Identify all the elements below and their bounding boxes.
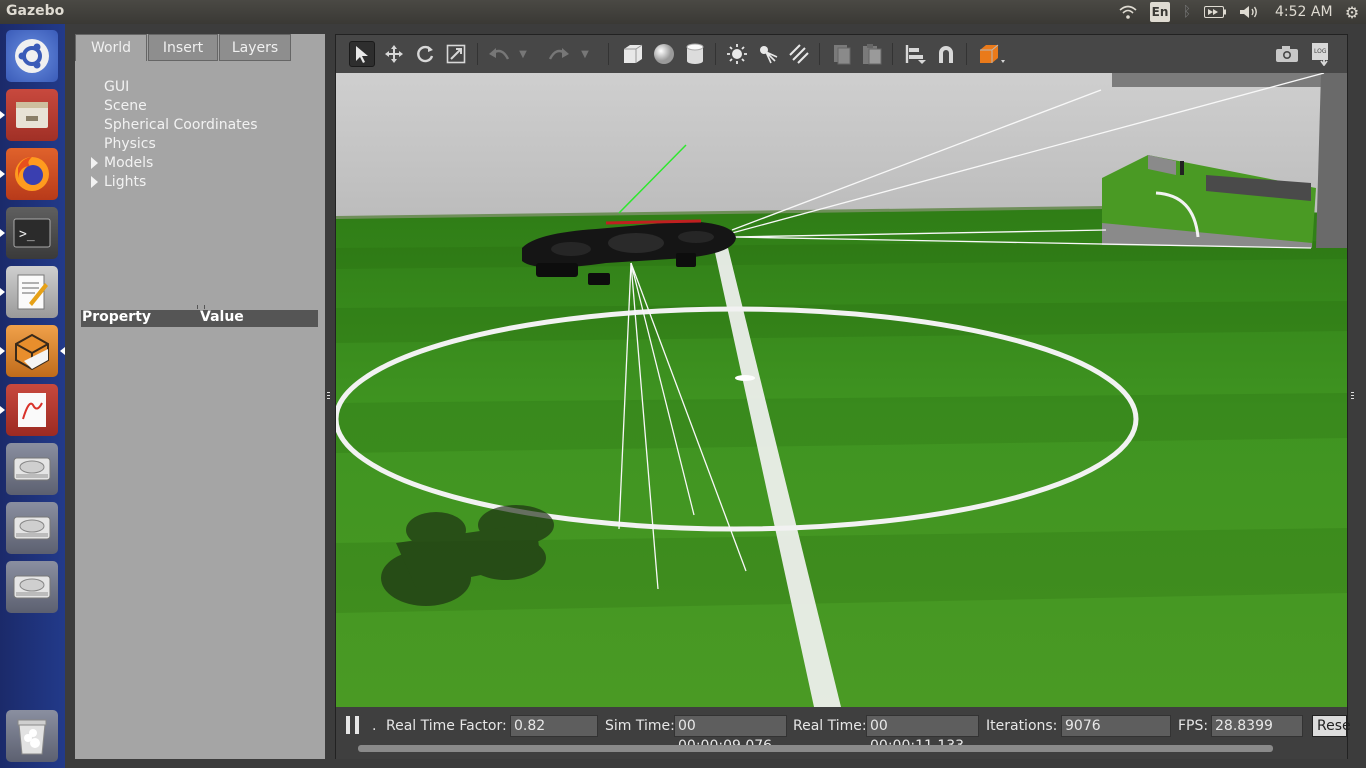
- running-indicator: [0, 170, 5, 178]
- top-panel: Gazebo En ᛒ 4:52 AM ⚙: [0, 0, 1366, 24]
- toolbar-separator: [966, 43, 967, 65]
- grass-field: [336, 209, 1347, 707]
- tab-insert[interactable]: Insert: [148, 34, 218, 61]
- expand-arrow-icon[interactable]: [91, 157, 98, 169]
- toolbar-separator: [819, 43, 820, 65]
- firefox-icon[interactable]: [6, 148, 58, 200]
- running-indicator: [0, 111, 5, 119]
- toolbar-separator: [715, 43, 716, 65]
- keyboard-layout-indicator[interactable]: En: [1150, 2, 1170, 22]
- directional-light-icon[interactable]: [786, 41, 812, 67]
- tree-item-physics[interactable]: Physics: [104, 135, 156, 154]
- app-title: Gazebo: [6, 3, 65, 19]
- reset-button[interactable]: Rese: [1312, 715, 1351, 737]
- redo-icon[interactable]: [546, 41, 572, 67]
- gazebo-window: World Insert Layers GUI Scene Spherical …: [65, 24, 1366, 768]
- text-editor-icon[interactable]: [6, 266, 58, 318]
- sim-time-field: 00 00:00:09.076: [674, 715, 787, 754]
- clock[interactable]: 4:52 AM: [1275, 4, 1333, 20]
- fps-field: 28.8399: [1211, 715, 1303, 737]
- drive-2-icon[interactable]: [6, 502, 58, 554]
- trash-icon[interactable]: [6, 710, 58, 762]
- spot-light-icon[interactable]: [755, 41, 781, 67]
- expand-arrow-icon[interactable]: [91, 176, 98, 188]
- log-icon[interactable]: LOG: [1308, 41, 1334, 67]
- scale-icon[interactable]: [443, 41, 469, 67]
- value-column-header: Value: [200, 309, 244, 325]
- paste-icon[interactable]: [859, 41, 885, 67]
- pause-icon[interactable]: [346, 716, 360, 734]
- volume-icon[interactable]: [1238, 2, 1260, 22]
- rotate-icon[interactable]: [412, 41, 438, 67]
- real-time-field: 00 00:00:11.133: [866, 715, 979, 754]
- svg-text:LOG: LOG: [1314, 48, 1327, 55]
- toolbar-separator: [608, 43, 609, 65]
- iterations-field: 9076: [1061, 715, 1171, 737]
- keyboard-layout-label: En: [1151, 5, 1169, 19]
- center-spot: [735, 375, 755, 381]
- sphere-shape-icon[interactable]: [651, 41, 677, 67]
- render-view: ▼ ▼ LOG . Real Time Factor: 0.82 Sim Tim…: [335, 34, 1351, 759]
- files-icon[interactable]: [6, 89, 58, 141]
- tree-item-spherical-coordinates[interactable]: Spherical Coordinates: [104, 116, 258, 135]
- terminal-icon[interactable]: >_: [6, 207, 58, 259]
- document-viewer-icon[interactable]: [6, 384, 58, 436]
- gazebo-icon[interactable]: [6, 325, 58, 377]
- fps-label: FPS:: [1178, 718, 1209, 734]
- undo-dropdown-icon[interactable]: ▼: [516, 41, 530, 67]
- toolbar-separator: [892, 43, 893, 65]
- snap-magnet-icon[interactable]: [933, 41, 959, 67]
- wifi-icon[interactable]: [1117, 2, 1139, 22]
- select-arrow-icon[interactable]: [349, 41, 375, 67]
- translate-icon[interactable]: [381, 41, 407, 67]
- undo-icon[interactable]: [486, 41, 512, 67]
- horizontal-scrollbar[interactable]: [358, 745, 1273, 752]
- real-time-factor-field: 0.82: [510, 715, 598, 737]
- box-shape-icon[interactable]: [620, 41, 646, 67]
- 3d-scene-viewport[interactable]: [336, 73, 1347, 707]
- render-toolbar: ▼ ▼ LOG: [336, 35, 1347, 73]
- running-indicator: [0, 229, 5, 237]
- view-angle-icon[interactable]: [976, 41, 1008, 67]
- point-light-icon[interactable]: [724, 41, 750, 67]
- align-icon[interactable]: [902, 41, 928, 67]
- redo-dropdown-icon[interactable]: ▼: [578, 41, 592, 67]
- real-time-factor-label: Real Time Factor:: [386, 718, 507, 734]
- drive-1-icon[interactable]: [6, 443, 58, 495]
- running-indicator: [0, 347, 5, 355]
- screenshot-icon[interactable]: [1274, 41, 1300, 67]
- property-table-header: Property Value: [81, 309, 318, 327]
- ubuntu-dash-icon[interactable]: [6, 30, 58, 82]
- tree-item-scene[interactable]: Scene: [104, 97, 147, 116]
- scene-render: [336, 73, 1347, 707]
- launcher: >_: [0, 24, 65, 768]
- tab-layers[interactable]: Layers: [219, 34, 291, 61]
- iterations-label: Iterations:: [986, 718, 1058, 734]
- tree-item-lights[interactable]: Lights: [104, 173, 146, 192]
- cylinder-shape-icon[interactable]: [682, 41, 708, 67]
- step-label[interactable]: .: [372, 718, 376, 734]
- tree-item-gui[interactable]: GUI: [104, 78, 129, 97]
- running-indicator: [0, 406, 5, 414]
- right-splitter-handle[interactable]: [1351, 392, 1354, 401]
- settings-gear-icon[interactable]: ⚙: [1342, 2, 1362, 22]
- property-column-header: Property: [82, 309, 152, 325]
- sim-time-label: Sim Time:: [605, 718, 675, 734]
- left-splitter-handle[interactable]: [327, 392, 330, 401]
- toolbar-separator: [477, 43, 478, 65]
- svg-text:>_: >_: [19, 227, 35, 242]
- drive-3-icon[interactable]: [6, 561, 58, 613]
- simulation-status-bar: . Real Time Factor: 0.82 Sim Time: 00 00…: [336, 707, 1351, 759]
- tab-world[interactable]: World: [75, 34, 147, 61]
- real-time-label: Real Time:: [793, 718, 867, 734]
- bluetooth-icon[interactable]: ᛒ: [1180, 2, 1194, 22]
- running-indicator: [0, 288, 5, 296]
- battery-icon[interactable]: [1203, 2, 1227, 22]
- world-panel: World Insert Layers GUI Scene Spherical …: [75, 34, 325, 759]
- tree-item-models[interactable]: Models: [104, 154, 153, 173]
- copy-icon[interactable]: [829, 41, 855, 67]
